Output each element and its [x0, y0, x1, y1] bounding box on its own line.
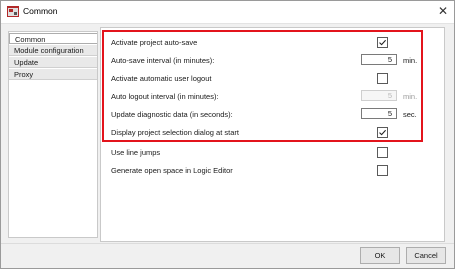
window-title: Common: [23, 6, 58, 16]
footer-divider: [1, 243, 454, 244]
app-window-icon: [7, 6, 19, 17]
setting-row-open-space: Generate open space in Logic Editor: [101, 163, 444, 180]
checkmark-icon: [379, 39, 387, 46]
setting-row-auto-logout: Activate automatic user logout: [101, 71, 444, 88]
checkmark-icon: [379, 129, 387, 136]
cancel-button[interactable]: Cancel: [406, 247, 446, 264]
auto-save-interval-label: Auto-save interval (in minutes):: [111, 56, 215, 65]
project-dialog-checkbox[interactable]: [377, 127, 388, 138]
nav-item-module-configuration[interactable]: Module configuration: [9, 45, 97, 56]
setting-row-line-jumps: Use line jumps: [101, 145, 444, 162]
dialog-window: Common ✕ Common Module configuration Upd…: [0, 0, 455, 269]
diagnostic-update-unit: sec.: [403, 110, 417, 119]
auto-logout-label: Activate automatic user logout: [111, 74, 212, 83]
auto-save-interval-input[interactable]: 5: [361, 54, 397, 65]
diagnostic-update-label: Update diagnostic data (in seconds):: [111, 110, 233, 119]
nav-item-proxy[interactable]: Proxy: [9, 69, 97, 80]
auto-save-interval-unit: min.: [403, 56, 418, 65]
project-dialog-label: Display project selection dialog at star…: [111, 128, 239, 137]
title-bar: Common ✕: [1, 1, 454, 24]
auto-save-checkbox[interactable]: [377, 37, 388, 48]
ok-button[interactable]: OK: [360, 247, 400, 264]
line-jumps-checkbox[interactable]: [377, 147, 388, 158]
setting-row-auto-save: Activate project auto-save: [101, 35, 444, 52]
setting-row-auto-save-interval: Auto-save interval (in minutes): 5 min.: [101, 53, 444, 70]
close-button[interactable]: ✕: [434, 3, 452, 20]
setting-row-diagnostic-update: Update diagnostic data (in seconds): 5 s…: [101, 107, 444, 124]
auto-logout-checkbox[interactable]: [377, 73, 388, 84]
nav-item-common[interactable]: Common: [9, 33, 97, 44]
line-jumps-label: Use line jumps: [111, 148, 161, 157]
logout-interval-label: Auto logout interval (in minutes):: [111, 92, 219, 101]
open-space-checkbox[interactable]: [377, 165, 388, 176]
setting-row-logout-interval: Auto logout interval (in minutes): 5 min…: [101, 89, 444, 106]
logout-interval-unit: min.: [403, 92, 418, 101]
nav-item-update[interactable]: Update: [9, 57, 97, 68]
auto-save-label: Activate project auto-save: [111, 38, 198, 47]
open-space-label: Generate open space in Logic Editor: [111, 166, 233, 175]
diagnostic-update-input[interactable]: 5: [361, 108, 397, 119]
logout-interval-input[interactable]: 5: [361, 90, 397, 101]
setting-row-project-dialog: Display project selection dialog at star…: [101, 125, 444, 142]
settings-nav: Common Module configuration Update Proxy: [8, 31, 98, 238]
settings-panel: Activate project auto-save Auto-save int…: [100, 27, 445, 242]
